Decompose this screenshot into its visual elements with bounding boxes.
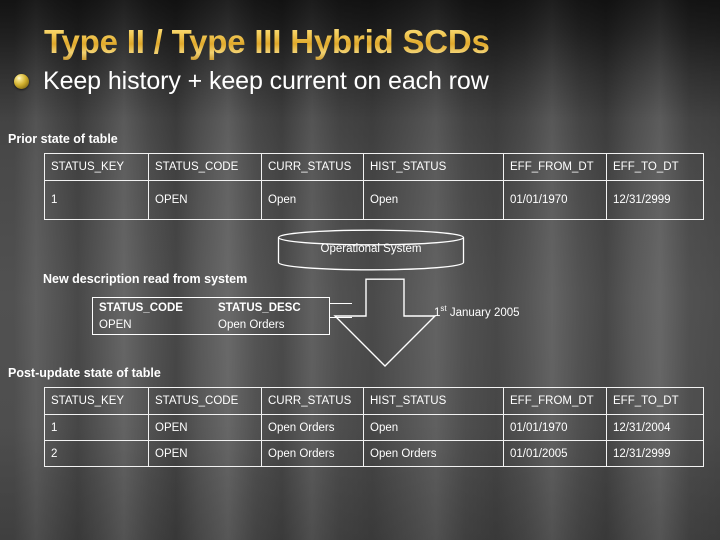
down-arrow-icon [333,278,437,368]
desc-header-status-code: STATUS_CODE [99,302,183,314]
column-header-hist-status: HIST_STATUS [363,153,504,181]
new-description-caption: New description read from system [43,272,248,286]
new-description-box: STATUS_CODE STATUS_DESC OPEN Open Orders [92,297,330,335]
cell-status-code: OPEN [148,414,262,441]
cell-curr-status: Open Orders [261,414,364,441]
bullet-text: Keep history + keep current on each row [43,67,489,95]
cell-hist-status: Open Orders [363,440,504,467]
cell-eff-from-dt: 01/01/1970 [503,414,607,441]
bullet-line: Keep history + keep current on each row [14,67,489,96]
column-header-curr-status: CURR_STATUS [261,153,364,181]
effective-date-note: 1st January 2005 [434,305,520,319]
operational-system-label: Operational System [320,243,422,255]
prior-state-caption: Prior state of table [8,132,118,146]
column-header-status-code: STATUS_CODE [148,153,262,181]
cell-eff-to-dt: 12/31/2999 [606,440,704,467]
column-header-eff-to-dt: EFF_TO_DT [606,153,704,181]
column-header-status-key: STATUS_KEY [44,387,149,415]
desc-header-status-desc: STATUS_DESC [218,302,301,314]
prior-state-table: STATUS_KEY STATUS_CODE CURR_STATUS HIST_… [44,153,704,220]
cell-eff-from-dt: 01/01/2005 [503,440,607,467]
column-header-eff-from-dt: EFF_FROM_DT [503,153,607,181]
table-row: 2 OPEN Open Orders Open Orders 01/01/200… [44,440,704,467]
slide-canvas: Type II / Type III Hybrid SCDs Keep hist… [0,0,720,540]
column-header-status-key: STATUS_KEY [44,153,149,181]
cell-curr-status: Open [261,180,364,220]
cell-hist-status: Open [363,180,504,220]
column-header-eff-from-dt: EFF_FROM_DT [503,387,607,415]
desc-value-status-code: OPEN [99,319,132,331]
table-header-row: STATUS_KEY STATUS_CODE CURR_STATUS HIST_… [44,387,704,415]
cell-curr-status: Open Orders [261,440,364,467]
table-header-row: STATUS_KEY STATUS_CODE CURR_STATUS HIST_… [44,153,704,181]
cell-status-code: OPEN [148,180,262,220]
column-header-status-code: STATUS_CODE [148,387,262,415]
desc-box-header-row: STATUS_CODE STATUS_DESC [93,298,329,317]
desc-value-status-desc: Open Orders [218,319,285,331]
table-row: 1 OPEN Open Orders Open 01/01/1970 12/31… [44,414,704,441]
cell-hist-status: Open [363,414,504,441]
cell-eff-to-dt: 12/31/2004 [606,414,704,441]
cell-eff-from-dt: 01/01/1970 [503,180,607,220]
column-header-hist-status: HIST_STATUS [363,387,504,415]
table-row: 1 OPEN Open Open 01/01/1970 12/31/2999 [44,180,704,220]
desc-box-value-row: OPEN Open Orders [93,317,329,334]
column-header-curr-status: CURR_STATUS [261,387,364,415]
post-update-caption: Post-update state of table [8,366,161,380]
gold-sphere-bullet-icon [14,74,29,89]
down-arrow-shape [333,278,437,367]
date-month-year: January 2005 [446,307,520,319]
post-update-table: STATUS_KEY STATUS_CODE CURR_STATUS HIST_… [44,387,704,467]
cell-status-key: 2 [44,440,149,467]
database-cylinder-icon: Operational System [277,229,465,271]
cell-status-key: 1 [44,414,149,441]
slide-title: Type II / Type III Hybrid SCDs [44,23,490,60]
column-header-eff-to-dt: EFF_TO_DT [606,387,704,415]
cell-status-key: 1 [44,180,149,220]
cell-eff-to-dt: 12/31/2999 [606,180,704,220]
cell-status-code: OPEN [148,440,262,467]
